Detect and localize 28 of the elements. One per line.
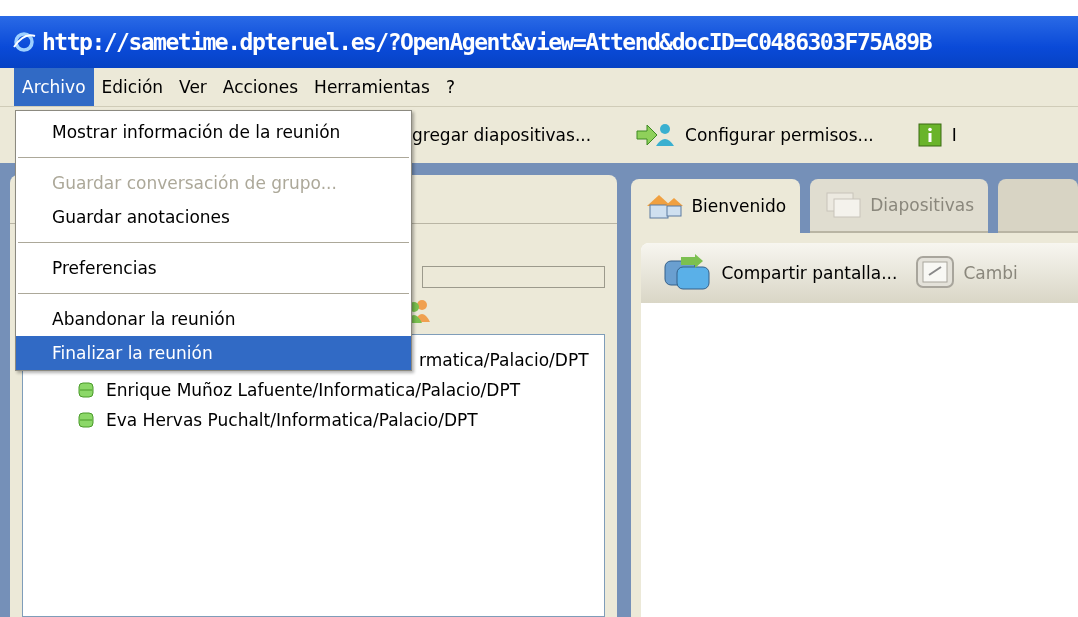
info-icon bbox=[917, 123, 942, 147]
participant-name[interactable]: Enrique Muñoz Lafuente/Informatica/Palacio/DPT bbox=[106, 380, 521, 400]
menu-entry[interactable]: Preferencias bbox=[16, 251, 411, 285]
user-arrow-icon bbox=[635, 122, 676, 148]
menu-item[interactable]: ? bbox=[437, 68, 463, 106]
menu-entry[interactable]: Mostrar información de la reunión bbox=[16, 115, 411, 149]
menu-item[interactable]: Edición bbox=[93, 68, 172, 106]
browser-icon bbox=[12, 30, 36, 54]
participant-name[interactable]: Eva Hervas Puchalt/Informatica/Palacio/DPT bbox=[106, 410, 478, 430]
tab[interactable] bbox=[998, 179, 1078, 233]
whiteboard-icon bbox=[915, 255, 956, 291]
tab[interactable]: Bienvenido bbox=[631, 179, 801, 233]
toolbar-button[interactable]: gregar diapositivas... bbox=[412, 125, 592, 145]
menu-entry[interactable]: Guardar anotaciones bbox=[16, 200, 411, 234]
input-field[interactable] bbox=[422, 266, 606, 288]
participant-name[interactable]: rmatica/Palacio/DPT bbox=[419, 350, 589, 370]
status-icon bbox=[78, 382, 94, 398]
window-title: http://sametime.dpteruel.es/?OpenAgent&view=Attend&docID=C0486303F75A89B bbox=[42, 29, 931, 55]
menu-item[interactable]: Ver bbox=[171, 68, 215, 106]
menu-entry[interactable]: Abandonar la reunión bbox=[16, 302, 411, 336]
toolbar-button[interactable]: Configurar permisos... bbox=[635, 122, 874, 148]
menu-item[interactable]: Archivo bbox=[14, 68, 94, 106]
toolbar-button[interactable]: I bbox=[917, 123, 957, 147]
share-button[interactable]: Compartir pantalla... bbox=[663, 253, 898, 293]
menu-entry[interactable]: Finalizar la reunión bbox=[16, 336, 411, 370]
menu-item[interactable]: Herramientas bbox=[306, 68, 438, 106]
menu-item[interactable]: Acciones bbox=[214, 68, 307, 106]
status-icon bbox=[78, 412, 94, 428]
